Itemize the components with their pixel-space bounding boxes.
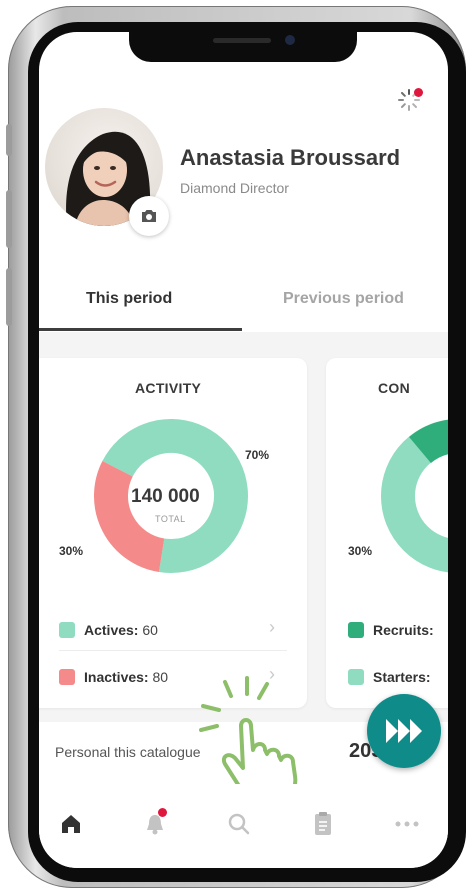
notification-badge — [158, 808, 167, 817]
volume-down-button — [6, 268, 12, 326]
donut-total-label: TOTAL — [155, 514, 186, 524]
sync-indicator[interactable] — [397, 88, 423, 114]
legend-starters-row[interactable]: Starters: — [348, 660, 431, 694]
donut-slice-inactives — [94, 461, 166, 573]
recruits-swatch — [348, 622, 364, 638]
activity-card: ACTIVITY 70% 30% 140 000 TOTAL Actives: … — [39, 358, 307, 708]
chevron-right-icon[interactable]: › — [269, 617, 275, 638]
search-icon — [228, 813, 250, 835]
tab-previous-period[interactable]: Previous period — [283, 290, 404, 308]
starters-swatch — [348, 669, 364, 685]
nav-search[interactable] — [219, 806, 259, 842]
legend-divider — [59, 650, 287, 651]
fast-forward-button[interactable] — [367, 694, 441, 768]
legend-starters: Starters: — [373, 669, 431, 685]
profile-rank: Diamond Director — [180, 180, 289, 196]
speaker — [213, 38, 271, 43]
inactives-swatch — [59, 669, 75, 685]
profile-avatar-wrap — [45, 108, 169, 236]
conversion-card-title: CON — [378, 380, 411, 396]
nav-more[interactable] — [387, 806, 427, 842]
change-photo-button[interactable] — [129, 196, 169, 236]
nav-home[interactable] — [51, 806, 91, 842]
legend-inactives-row[interactable]: Inactives: 80 — [59, 660, 168, 694]
actives-swatch — [59, 622, 75, 638]
home-icon — [62, 815, 80, 833]
legend-inactives: Inactives: 80 — [84, 669, 169, 685]
inactives-percent: 30% — [59, 544, 84, 558]
mute-switch — [6, 124, 12, 156]
activity-card-title: ACTIVITY — [135, 380, 202, 396]
nav-orders[interactable] — [303, 806, 343, 842]
legend-actives-row[interactable]: Actives: 60 — [59, 613, 158, 647]
donut-total-value: 140 000 — [131, 486, 200, 507]
personal-catalogue-label: Personal this catalogue — [55, 744, 201, 760]
app-screen: Anastasia Broussard Diamond Director Thi… — [39, 32, 448, 868]
tab-this-period[interactable]: This period — [86, 290, 172, 308]
notification-dot — [414, 88, 423, 97]
active-tab-indicator — [39, 328, 242, 331]
camera-icon — [142, 210, 156, 222]
front-camera — [285, 35, 295, 45]
phone-notch — [129, 32, 357, 62]
fast-forward-icon — [386, 719, 422, 743]
legend-actives: Actives: 60 — [84, 622, 158, 638]
conversion-percent: 30% — [348, 544, 373, 558]
volume-up-button — [6, 190, 12, 248]
conversion-donut-chart — [381, 419, 448, 573]
legend-recruits-row[interactable]: Recruits: — [348, 613, 434, 647]
nav-notifications[interactable] — [135, 806, 175, 842]
clipboard-icon — [315, 812, 331, 835]
bottom-navigation — [39, 784, 448, 868]
more-icon — [395, 821, 419, 827]
profile-name: Anastasia Broussard — [180, 145, 401, 170]
legend-recruits: Recruits: — [373, 622, 434, 638]
chevron-right-icon[interactable]: › — [269, 664, 275, 685]
conversion-card: CON 30% Recruits: Starters: — [326, 358, 448, 708]
